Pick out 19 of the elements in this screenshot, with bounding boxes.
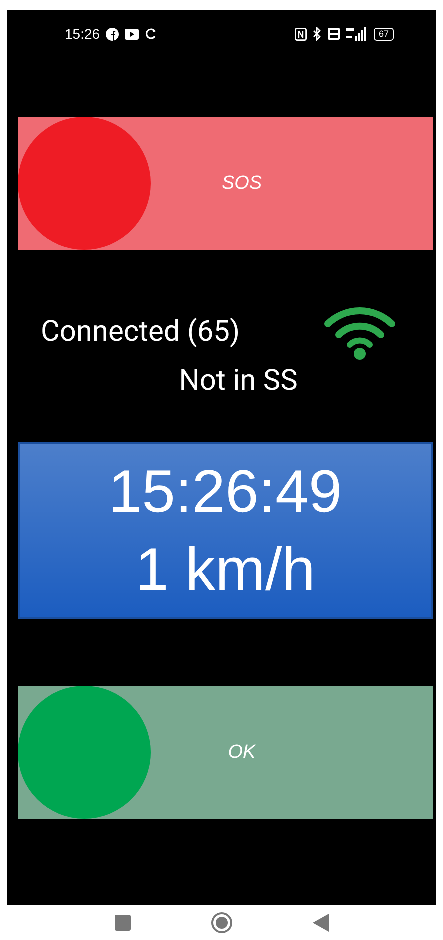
speed-reading: 1 km/h (135, 534, 316, 604)
signal-icon (346, 27, 368, 41)
video-icon (125, 28, 140, 40)
recents-icon[interactable] (114, 914, 130, 930)
sync-icon (145, 28, 158, 40)
ok-button[interactable]: OK (18, 686, 433, 819)
home-icon[interactable] (210, 912, 232, 934)
connection-status: Connected (65) (41, 315, 242, 349)
facebook-icon (106, 28, 120, 40)
sos-button[interactable]: SOS (18, 117, 433, 250)
circle-icon (18, 117, 151, 250)
status-time: 15:26 (65, 26, 100, 42)
back-icon[interactable] (312, 914, 328, 932)
clock-time: 15:26:49 (108, 456, 342, 526)
circle-icon (18, 686, 151, 819)
battery-level: 67 (374, 28, 394, 40)
nfc-icon (294, 28, 307, 40)
bluetooth-icon (312, 27, 322, 41)
mode-status: Not in SS (178, 364, 299, 398)
